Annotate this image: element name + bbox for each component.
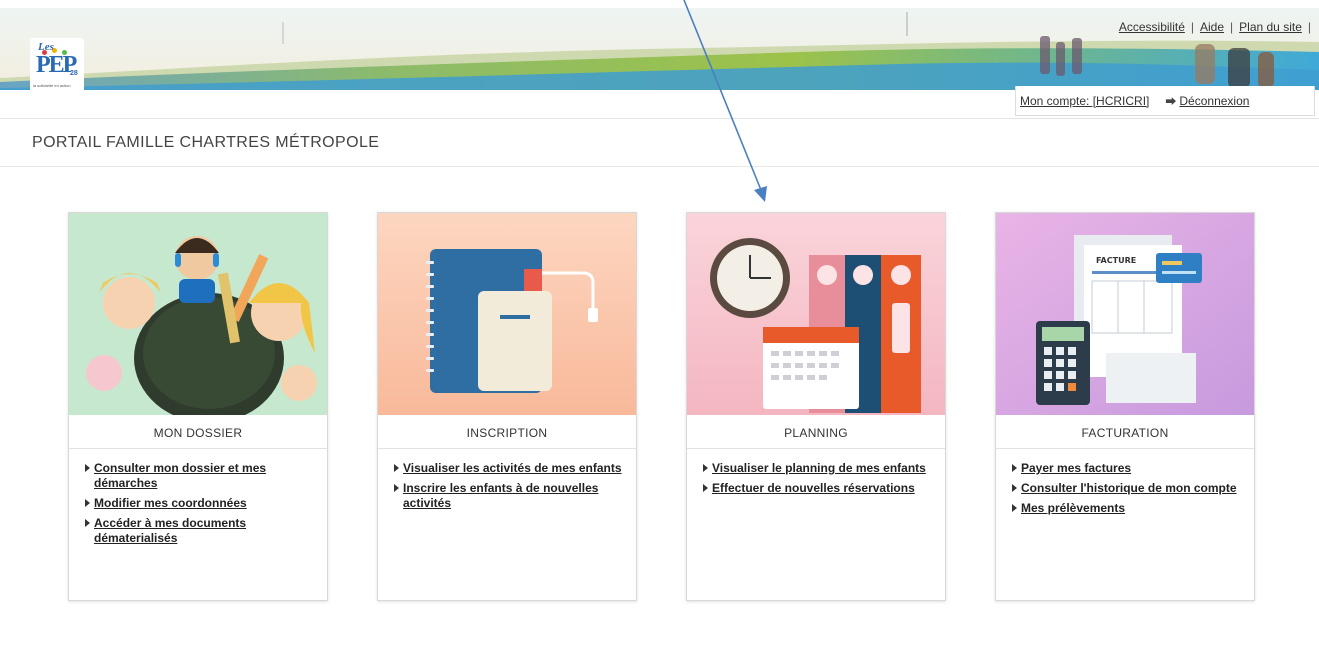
caret-right-icon (703, 484, 708, 492)
logout-icon: ⮕ (1165, 95, 1177, 108)
list-item: Mes prélèvements (1012, 501, 1242, 516)
card-links: Visualiser les activités de mes enfants … (394, 461, 624, 516)
caret-right-icon (85, 499, 90, 507)
link-separator: | (1190, 20, 1194, 34)
view-planning-link[interactable]: Visualiser le planning de mes enfants (712, 461, 926, 475)
logo-tagline: la solidarité en action (33, 83, 71, 88)
planning-illustration (687, 213, 945, 415)
mon-dossier-illustration (69, 213, 327, 415)
edit-contact-link[interactable]: Modifier mes coordonnées (94, 496, 247, 510)
list-item: Consulter mon dossier et mes démarches (85, 461, 315, 491)
sitemap-link[interactable]: Plan du site (1239, 20, 1302, 34)
card-mon-dossier[interactable]: MON DOSSIER Consulter mon dossier et mes… (68, 212, 328, 601)
list-item: Visualiser le planning de mes enfants (703, 461, 933, 476)
card-links: Visualiser le planning de mes enfants Ef… (703, 461, 933, 501)
caret-right-icon (394, 464, 399, 472)
account-history-link[interactable]: Consulter l'historique de mon compte (1021, 481, 1237, 495)
facturation-illustration: FACTURE (996, 213, 1254, 415)
card-planning[interactable]: PLANNING Visualiser le planning de mes e… (686, 212, 946, 601)
link-separator: | (1307, 20, 1311, 34)
list-item: Accéder à mes documents dématerialisés (85, 516, 315, 546)
divider (0, 166, 1319, 167)
new-reservations-link[interactable]: Effectuer de nouvelles réservations (712, 481, 915, 495)
pay-invoices-link[interactable]: Payer mes factures (1021, 461, 1131, 475)
documents-link[interactable]: Accéder à mes documents dématerialisés (94, 516, 246, 545)
logout-label[interactable]: Déconnexion (1179, 94, 1249, 108)
list-item: Consulter l'historique de mon compte (1012, 481, 1242, 496)
register-children-link[interactable]: Inscrire les enfants à de nouvelles acti… (403, 481, 598, 510)
my-account-link[interactable]: Mon compte: [HCRICRI] (1020, 94, 1149, 108)
list-item: Effectuer de nouvelles réservations (703, 481, 933, 496)
account-bar: Mon compte: [HCRICRI] ⮕ Déconnexion (1015, 86, 1315, 116)
caret-right-icon (1012, 504, 1017, 512)
caret-right-icon (394, 484, 399, 492)
caret-right-icon (85, 464, 90, 472)
divider (0, 118, 1319, 119)
caret-right-icon (1012, 464, 1017, 472)
link-separator: | (1230, 20, 1234, 34)
list-item: Payer mes factures (1012, 461, 1242, 476)
list-item: Visualiser les activités de mes enfants (394, 461, 624, 476)
consult-dossier-link[interactable]: Consulter mon dossier et mes démarches (94, 461, 266, 490)
card-facturation[interactable]: FACTURE FACTURATION Payer mes factures C… (995, 212, 1255, 601)
page-title: PORTAIL FAMILLE CHARTRES MÉTROPOLE (32, 134, 380, 151)
card-title: INSCRIPTION (378, 415, 636, 449)
logo-number: 28 (70, 70, 78, 77)
caret-right-icon (703, 464, 708, 472)
card-links: Payer mes factures Consulter l'historiqu… (1012, 461, 1242, 521)
list-item: Inscrire les enfants à de nouvelles acti… (394, 481, 624, 511)
list-item: Modifier mes coordonnées (85, 496, 315, 511)
caret-right-icon (85, 519, 90, 527)
pep-logo[interactable]: Les PEP 28 la solidarité en action (30, 38, 84, 90)
card-title: MON DOSSIER (69, 415, 327, 449)
accessibility-link[interactable]: Accessibilité (1119, 20, 1185, 34)
logout-link[interactable]: ⮕ Déconnexion (1165, 93, 1249, 109)
inscription-illustration (378, 213, 636, 415)
card-title: PLANNING (687, 415, 945, 449)
help-link[interactable]: Aide (1200, 20, 1224, 34)
card-inscription[interactable]: INSCRIPTION Visualiser les activités de … (377, 212, 637, 601)
view-activities-link[interactable]: Visualiser les activités de mes enfants (403, 461, 622, 475)
caret-right-icon (1012, 484, 1017, 492)
card-title: FACTURATION (996, 415, 1254, 449)
direct-debits-link[interactable]: Mes prélèvements (1021, 501, 1125, 515)
top-links: Accessibilité | Aide | Plan du site | (1119, 20, 1311, 34)
invoice-label: FACTURE (1096, 256, 1136, 265)
card-links: Consulter mon dossier et mes démarches M… (85, 461, 315, 551)
